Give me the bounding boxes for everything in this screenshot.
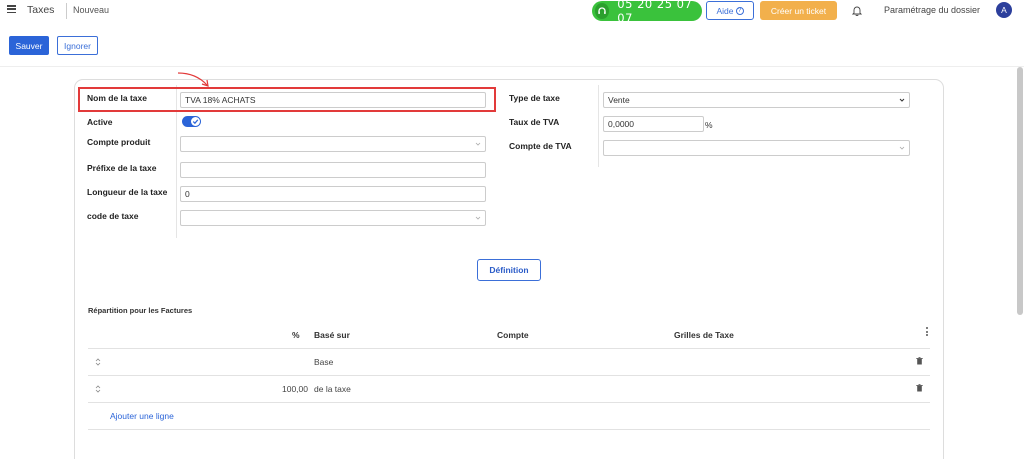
column-header-account: Compte <box>497 330 529 340</box>
phone-support-button[interactable]: 05 20 25 07 07 <box>592 0 702 25</box>
chevron-down-icon <box>475 142 481 146</box>
create-ticket-button[interactable]: Créer un ticket <box>760 1 837 20</box>
tax-prefix-label: Préfixe de la taxe <box>87 163 157 173</box>
question-circle-icon: ? <box>735 6 744 15</box>
tax-type-label: Type de taxe <box>509 93 560 103</box>
tax-length-input[interactable]: 0 <box>180 186 486 202</box>
distribution-section-title: Répartition pour les Factures <box>88 306 193 315</box>
scrollbar[interactable] <box>1017 67 1023 315</box>
check-icon <box>191 117 200 126</box>
vat-rate-unit: % <box>705 120 713 130</box>
annotation-arrow-icon <box>177 72 209 87</box>
tax-code-label: code de taxe <box>87 211 139 221</box>
tax-length-label: Longueur de la taxe <box>87 187 168 197</box>
add-line-link[interactable]: Ajouter une ligne <box>110 411 174 421</box>
column-header-percent: % <box>292 330 300 340</box>
help-button[interactable]: Aide ? <box>706 1 754 20</box>
drag-handle-icon[interactable] <box>95 385 101 393</box>
breadcrumb: Nouveau <box>73 5 110 15</box>
row-1-based-on[interactable]: Base <box>314 357 333 367</box>
vat-rate-input[interactable]: 0,0000 <box>603 116 704 132</box>
active-label: Active <box>87 117 113 127</box>
chevron-down-icon <box>899 146 905 150</box>
help-label: Aide <box>716 5 734 16</box>
tax-type-select[interactable]: Vente <box>603 92 910 108</box>
table-footer-divider <box>88 429 930 430</box>
tax-code-select[interactable] <box>180 210 486 226</box>
phone-number: 05 20 25 07 07 <box>617 0 693 25</box>
avatar[interactable]: A <box>996 2 1012 18</box>
row-2-based-on[interactable]: de la taxe <box>314 384 351 394</box>
headset-icon <box>595 3 610 19</box>
right-label-divider <box>598 85 599 167</box>
column-header-based-on: Basé sur <box>314 330 350 340</box>
ignore-button[interactable]: Ignorer <box>57 36 98 55</box>
menu-icon[interactable] <box>7 5 16 13</box>
row-2-percent[interactable]: 100,00 <box>270 384 308 394</box>
annotation-highlight-box <box>78 87 496 112</box>
table-row-divider <box>88 402 930 403</box>
active-toggle[interactable] <box>182 116 201 127</box>
bell-icon[interactable] <box>852 5 862 16</box>
settings-link[interactable]: Paramétrage du dossier <box>884 5 980 15</box>
save-button[interactable]: Sauver <box>9 36 49 55</box>
header-divider <box>0 66 1024 67</box>
product-account-select[interactable] <box>180 136 486 152</box>
vat-account-label: Compte de TVA <box>509 141 572 151</box>
vat-account-select[interactable] <box>603 140 910 156</box>
definition-button[interactable]: Définition <box>477 259 541 281</box>
chevron-down-icon <box>899 98 905 102</box>
column-header-tax-grids: Grilles de Taxe <box>674 330 734 340</box>
table-row-divider <box>88 375 930 376</box>
column-options-icon[interactable] <box>925 327 928 336</box>
product-account-label: Compte produit <box>87 137 151 147</box>
tax-prefix-input[interactable] <box>180 162 486 178</box>
title-separator <box>66 3 67 19</box>
trash-icon[interactable] <box>916 384 923 392</box>
top-bar: Taxes Nouveau 05 20 25 07 07 Aide ? Crée… <box>0 0 1024 25</box>
chevron-down-icon <box>475 216 481 220</box>
trash-icon[interactable] <box>916 357 923 365</box>
app-title[interactable]: Taxes <box>27 4 54 16</box>
vat-rate-label: Taux de TVA <box>509 117 560 127</box>
table-header-divider <box>88 348 930 349</box>
drag-handle-icon[interactable] <box>95 358 101 366</box>
